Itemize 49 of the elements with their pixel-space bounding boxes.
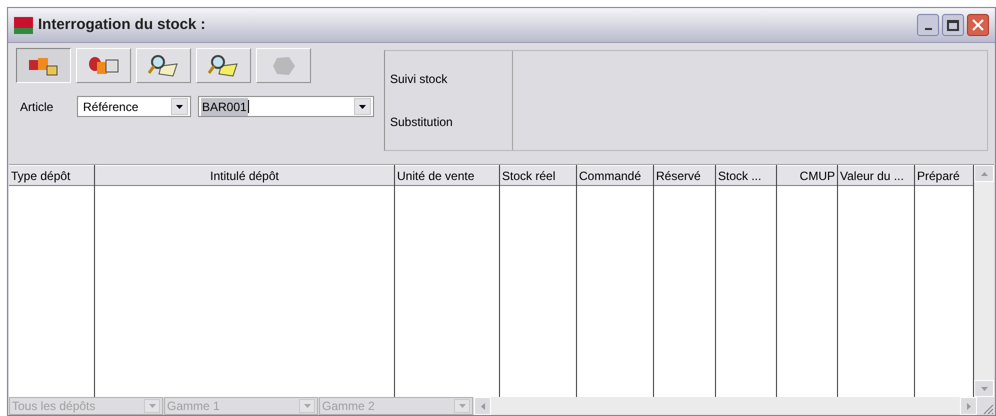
caret-icon (148, 404, 156, 408)
minimize-icon (924, 28, 932, 30)
column-header[interactable]: Stock ... (716, 165, 776, 186)
minimize-button[interactable] (917, 14, 939, 36)
vertical-scrollbar[interactable] (974, 165, 994, 397)
panel-label: Suivi stock (390, 70, 448, 88)
resize-grip-icon (982, 403, 994, 415)
dropdown-value: Gamme 2 (322, 398, 375, 415)
close-icon (972, 19, 984, 31)
down-arrow-icon (980, 386, 988, 390)
dropdown-button[interactable] (171, 98, 188, 115)
field-value: BAR001 (201, 98, 248, 116)
caret-icon (304, 404, 310, 408)
scroll-left-button[interactable] (474, 397, 491, 415)
article-type-dropdown[interactable]: Référence (77, 96, 191, 117)
maximize-button[interactable] (942, 14, 964, 36)
scroll-right-button[interactable] (960, 397, 977, 415)
window-title: Interrogation du stock : (38, 14, 206, 35)
dropdown-value: Tous les dépôts (12, 398, 96, 415)
article-reference-field[interactable]: BAR001 (198, 96, 374, 117)
horizontal-scrollbar[interactable] (474, 397, 977, 415)
close-button[interactable] (967, 14, 989, 36)
panel-label: Substitution (390, 114, 454, 132)
maximize-icon (947, 20, 959, 30)
right-arrow-icon (966, 402, 970, 410)
dropdown-value: Gamme 1 (167, 398, 220, 415)
toolbar-button[interactable] (16, 48, 71, 83)
column-header[interactable]: Stock réel (500, 165, 576, 186)
column-header[interactable]: Unité de vente (395, 165, 499, 186)
column-header[interactable]: Type dépôt (9, 165, 94, 186)
column-header[interactable]: Préparé (915, 165, 973, 186)
caret-icon (176, 104, 183, 108)
column-header[interactable]: Valeur du ... (838, 165, 914, 186)
caret-icon (458, 404, 466, 408)
up-arrow-icon (980, 172, 988, 176)
dropdown-value: Référence (83, 98, 138, 116)
magnifier-icon (206, 54, 240, 78)
left-arrow-icon (480, 402, 484, 410)
magnifier-icon (146, 54, 180, 78)
scroll-up-button[interactable] (974, 165, 994, 182)
caret-icon (359, 104, 366, 108)
article-label: Article (19, 98, 54, 116)
column-header[interactable]: Réservé (654, 165, 715, 186)
scroll-down-button[interactable] (974, 380, 994, 397)
column-header[interactable]: CMUP (777, 165, 837, 186)
dropdown-button[interactable] (354, 98, 371, 115)
column-header[interactable]: Commandé (577, 165, 653, 186)
app-icon (14, 16, 33, 34)
column-header[interactable]: Intitulé dépôt (95, 165, 394, 186)
